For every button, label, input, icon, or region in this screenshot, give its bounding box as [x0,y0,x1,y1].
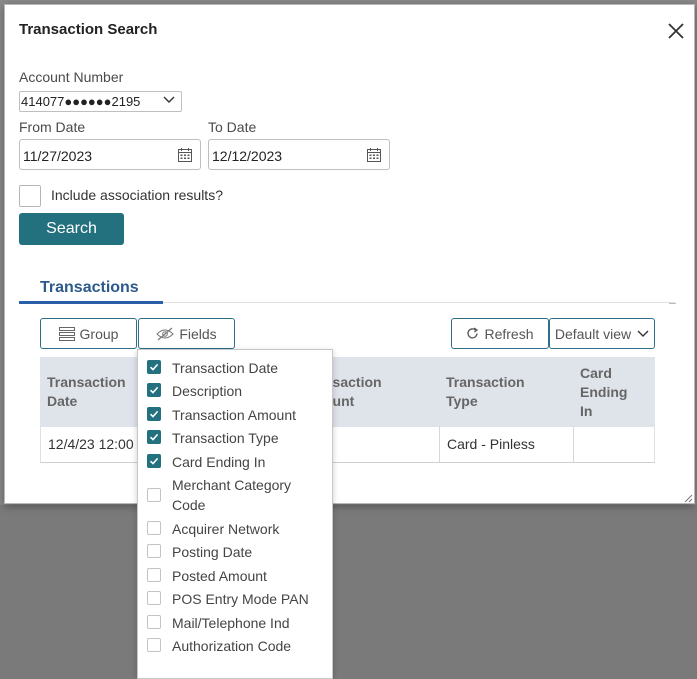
dialog-title: Transaction Search [19,21,158,38]
column-header-transaction-date[interactable]: Transaction Date [47,373,126,411]
tab-divider-end [669,303,676,304]
checkbox-unchecked[interactable] [147,488,161,502]
include-association-label: Include association results? [51,187,223,203]
tab-transactions[interactable]: Transactions [19,275,163,304]
from-date-input[interactable]: 11/27/2023 [19,139,201,170]
chevron-down-icon [637,330,649,337]
check-icon [149,433,159,441]
refresh-button-label: Refresh [484,325,534,342]
check-icon [149,457,159,465]
refresh-icon [467,327,479,339]
fields-option-label: Mail/Telephone Ind [172,615,290,631]
table-row[interactable]: 12/4/23 12:00 Card - Pinless [40,427,655,463]
column-header-transaction-type[interactable]: Transaction Type [446,373,525,411]
check-icon [149,363,159,371]
eye-slash-icon [156,327,175,340]
group-icon [58,326,75,341]
transaction-search-dialog: Transaction Search Account Number 414077… [4,4,695,504]
checkbox-unchecked[interactable] [147,638,161,652]
fields-option-label: Description [172,383,243,399]
fields-option-mail-telephone-ind[interactable]: Mail/Telephone Ind [138,612,334,634]
fields-option-posted-amount[interactable]: Posted Amount [138,565,334,587]
fields-option-transaction-date[interactable]: Transaction Date [138,357,334,379]
fields-option-pos-entry-mode-pan[interactable]: POS Entry Mode PAN [138,588,334,610]
tab-divider [163,302,675,303]
fields-option-merchant-category-code[interactable]: Merchant Category Code [138,474,334,516]
to-date-label: To Date [208,119,257,135]
fields-option-label: Merchant Category Code [172,477,292,513]
column-divider [573,427,574,462]
check-icon [149,410,159,418]
fields-option-label: Transaction Type [172,430,279,446]
fields-option-transaction-type[interactable]: Transaction Type [138,427,334,449]
search-button[interactable]: Search [19,213,124,245]
tab-transactions-label: Transactions [40,279,139,296]
from-date-label: From Date [19,119,86,135]
table-header: Transaction Date nsaction ount Transaction… [40,357,655,427]
resize-handle-icon[interactable] [684,494,693,503]
calendar-icon[interactable] [367,148,381,162]
fields-option-label: Acquirer Network [172,521,280,537]
fields-option-description[interactable]: Description [138,380,334,402]
chevron-down-icon [163,96,175,103]
include-association-checkbox[interactable] [19,185,41,207]
fields-button[interactable]: Fields [138,318,235,349]
fields-option-label: Authorization Code [172,638,292,654]
view-select-label: Default view [554,325,632,342]
fields-option-label: Posting Date [172,544,253,560]
fields-option-acquirer-network[interactable]: Acquirer Network [138,518,334,540]
fields-option-label: Posted Amount [172,568,267,584]
fields-menu: Transaction Date Description Transaction… [137,349,333,679]
fields-button-label: Fields [179,325,217,342]
to-date-value: 12/12/2023 [212,148,283,164]
view-select[interactable]: Default view [549,318,655,349]
calendar-icon[interactable] [178,148,192,162]
fields-option-label: Card Ending In [172,454,266,470]
fields-option-label: Transaction Date [172,360,279,376]
group-button[interactable]: Group [40,318,137,349]
check-icon [149,386,159,394]
checkbox-checked[interactable] [147,454,161,468]
checkbox-checked[interactable] [147,360,161,374]
close-button[interactable] [667,22,687,42]
close-icon [668,23,684,39]
fields-option-label: POS Entry Mode PAN [172,591,309,607]
fields-option-label: Transaction Amount [172,407,296,423]
column-header-card-ending[interactable]: Card Ending In [580,364,627,421]
checkbox-unchecked[interactable] [147,568,161,582]
cell-transaction-date: 12/4/23 12:00 [48,436,134,452]
checkbox-unchecked[interactable] [147,544,161,558]
fields-option-posting-date[interactable]: Posting Date [138,541,334,563]
column-divider [439,427,440,462]
checkbox-checked[interactable] [147,430,161,444]
account-number-label: Account Number [19,69,124,85]
account-number-value: 414077●●●●●●2195 [21,94,141,109]
fields-option-transaction-amount[interactable]: Transaction Amount [138,404,334,426]
fields-option-card-ending-in[interactable]: Card Ending In [138,451,334,473]
fields-option-authorization-code[interactable]: Authorization Code [138,635,334,657]
to-date-input[interactable]: 12/12/2023 [208,139,390,170]
checkbox-checked[interactable] [147,383,161,397]
checkbox-unchecked[interactable] [147,521,161,535]
checkbox-unchecked[interactable] [147,591,161,605]
checkbox-checked[interactable] [147,407,161,421]
account-number-select[interactable]: 414077●●●●●●2195 [19,91,182,112]
group-button-label: Group [79,325,119,342]
cell-transaction-type: Card - Pinless [447,436,535,452]
from-date-value: 11/27/2023 [23,148,93,164]
checkbox-unchecked[interactable] [147,615,161,629]
refresh-button[interactable]: Refresh [451,318,549,349]
